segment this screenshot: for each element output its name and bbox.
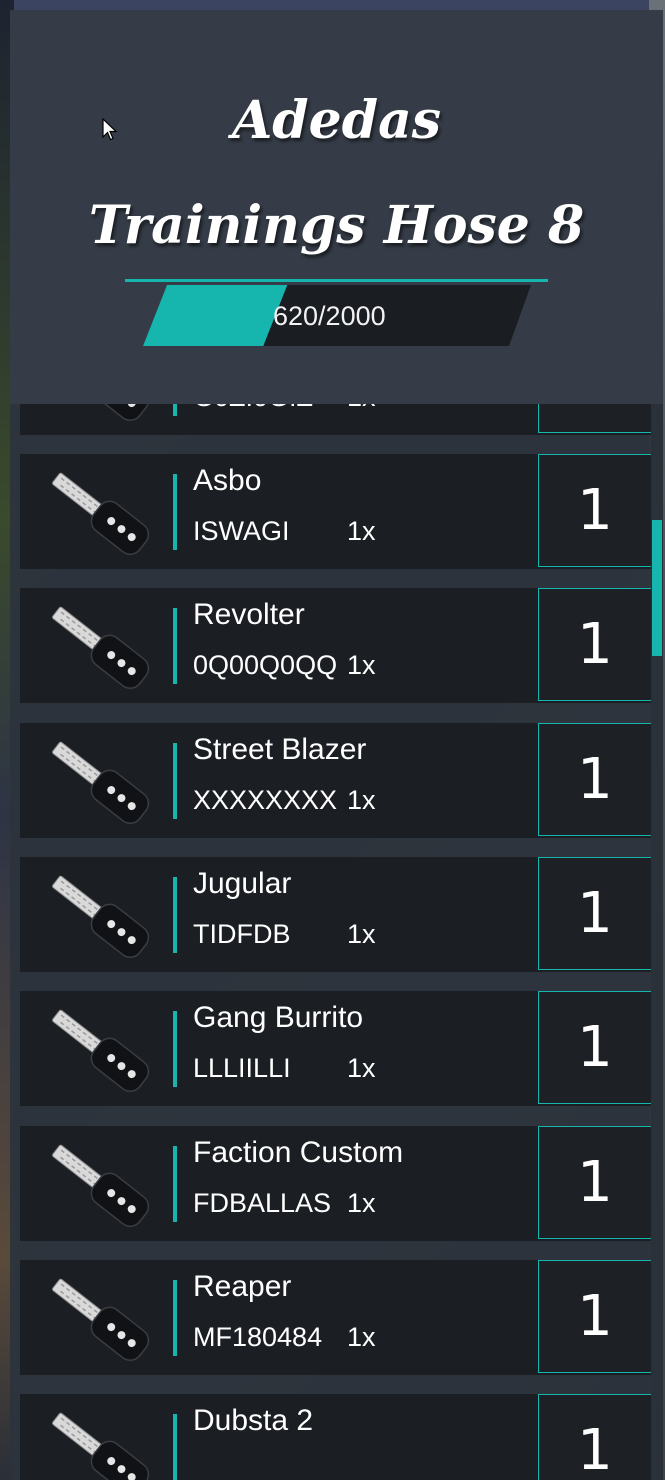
car-key-icon: [38, 594, 158, 698]
item-plate: XXXXXXXX: [193, 785, 338, 815]
item-title-line-1: Adedas: [231, 90, 442, 151]
list-item[interactable]: Dubsta 2 1: [20, 1394, 652, 1480]
car-key-icon: [38, 460, 158, 564]
item-plate: MF180484: [193, 1322, 323, 1352]
item-plate: TIDFDB: [193, 919, 291, 949]
item-amount-button[interactable]: 1: [538, 857, 652, 970]
item-amount-button[interactable]: 1: [538, 991, 652, 1104]
item-amount-button[interactable]: 1: [538, 1126, 652, 1239]
item-name: Revolter: [193, 598, 305, 631]
capacity-progress-bar: 620/2000: [143, 285, 531, 346]
car-key-icon: [38, 1266, 158, 1370]
item-plate: 0Q00Q0QQ: [193, 650, 338, 680]
item-plate: FDBALLAS: [193, 1188, 332, 1218]
car-key-icon: [38, 1132, 158, 1236]
item-quantity: 1x: [347, 1322, 376, 1352]
item-name: Gang Burrito: [193, 1001, 364, 1034]
item-quantity: 1x: [347, 650, 376, 680]
list-item[interactable]: Asbo ISWAGI 1x 1: [20, 454, 652, 569]
item-amount-button[interactable]: 1: [538, 588, 652, 701]
list-item[interactable]: Jugular TIDFDB 1x 1: [20, 857, 652, 972]
list-item[interactable]: Reaper MF180484 1x 1: [20, 1260, 652, 1375]
item-divider: [173, 743, 177, 819]
scrollbar[interactable]: [651, 404, 663, 1480]
item-amount-button[interactable]: 1: [538, 723, 652, 836]
item-title-line-2: Trainings Hose 8: [88, 195, 585, 256]
item-quantity: 1x: [347, 516, 376, 546]
item-plate: LLLIILLI: [193, 1053, 291, 1083]
background-top: [0, 0, 665, 10]
progress-label: 620/2000: [273, 301, 386, 331]
item-plate: ISWAGI: [193, 516, 290, 546]
item-divider: [173, 1011, 177, 1087]
list-item[interactable]: Revolter 0Q00Q0QQ 1x 1: [20, 588, 652, 703]
item-name: Street Blazer: [193, 733, 367, 766]
car-key-icon: [38, 997, 158, 1101]
list-item[interactable]: Gang Burrito LLLIILLI 1x 1: [20, 991, 652, 1106]
item-divider: [173, 1280, 177, 1356]
list-item[interactable]: Street Blazer XXXXXXXX 1x 1: [20, 723, 652, 838]
item-quantity: 1x: [347, 785, 376, 815]
list-item[interactable]: Faction Custom FDBALLAS 1x 1: [20, 1126, 652, 1241]
item-name: Jugular: [193, 867, 292, 900]
item-divider: [173, 1146, 177, 1222]
car-key-icon: [38, 1400, 158, 1480]
item-name: Dubsta 2: [193, 1404, 314, 1437]
scroll-thumb[interactable]: [652, 520, 662, 656]
item-name: Reaper: [193, 1270, 292, 1303]
item-amount-button[interactable]: 1: [538, 1260, 652, 1373]
progress-fill: [143, 285, 288, 346]
item-quantity: 1x: [347, 1053, 376, 1083]
title-underline: [125, 279, 548, 282]
car-key-icon: [38, 729, 158, 833]
item-divider: [173, 608, 177, 684]
item-quantity: 1x: [347, 919, 376, 949]
item-quantity: 1x: [347, 1188, 376, 1218]
item-divider: [173, 1414, 177, 1480]
header: Adedas Trainings Hose 8 620/2000: [10, 10, 663, 404]
item-amount-button[interactable]: 1: [538, 454, 652, 567]
item-amount-button[interactable]: 1: [538, 1394, 652, 1480]
item-name: Asbo: [193, 464, 262, 497]
item-divider: [173, 474, 177, 550]
item-name: Faction Custom: [193, 1136, 404, 1169]
item-divider: [173, 877, 177, 953]
car-key-icon: [38, 863, 158, 967]
